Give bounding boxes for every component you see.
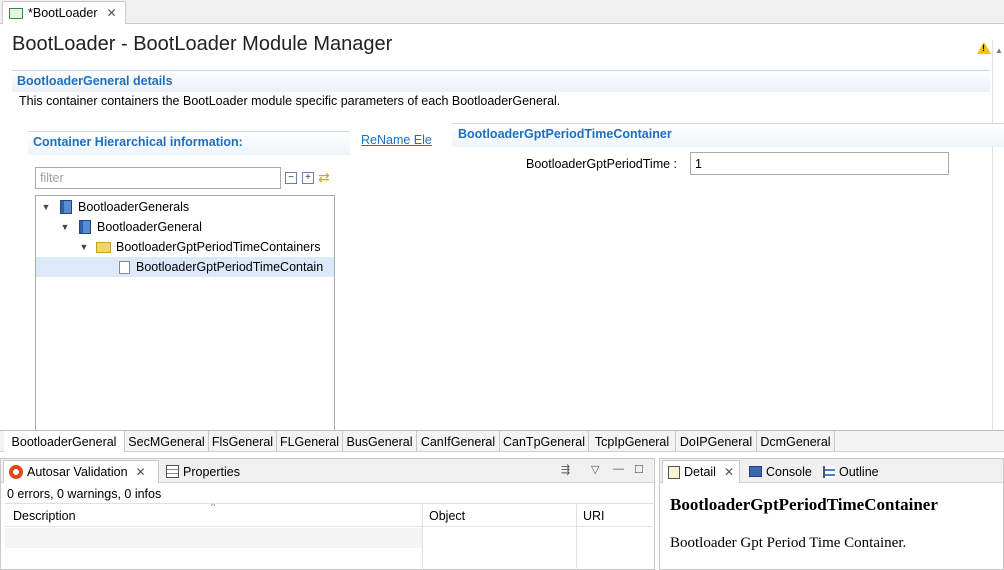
collapse-all-icon[interactable]: − [285, 172, 297, 184]
page-tab-flsgeneral[interactable]: FlsGeneral [209, 431, 277, 452]
view-menu-icon[interactable]: ▽ [591, 463, 599, 476]
page-tab-bootloadergeneral[interactable]: BootloaderGeneral [4, 431, 125, 452]
section-title[interactable]: BootloaderGeneral details [17, 74, 173, 88]
page-tab-dcmgeneral[interactable]: DcmGeneral [757, 431, 835, 452]
rename-element-link[interactable]: ReName Ele [361, 133, 432, 147]
column-divider[interactable] [422, 503, 423, 570]
details-title: BootloaderGptPeriodTimeContainer [458, 127, 672, 141]
column-description[interactable]: Description [13, 509, 76, 523]
column-uri[interactable]: URI [583, 509, 605, 523]
close-icon[interactable]: ✕ [724, 465, 734, 479]
close-icon[interactable]: ✕ [107, 6, 117, 20]
tab-label: Detail [684, 465, 716, 479]
maximize-icon[interactable]: ☐ [634, 463, 644, 476]
outline-icon [823, 465, 835, 478]
container-tree[interactable]: ▼ BootloaderGenerals ▼ BootloaderGeneral… [35, 195, 335, 430]
folder-icon [96, 241, 111, 253]
detail-description: Bootloader Gpt Period Time Container. [670, 535, 907, 551]
column-object[interactable]: Object [429, 509, 465, 523]
period-time-label: BootloaderGptPeriodTime : [526, 157, 678, 171]
filter-toolbar-icon[interactable]: ⇶ [561, 463, 570, 476]
close-icon[interactable]: ✕ [136, 465, 146, 479]
minimize-icon[interactable]: — [613, 463, 624, 475]
validation-table-header: Description Object URI [5, 503, 655, 527]
tree-node-selected[interactable]: BootloaderGptPeriodTimeContain [36, 257, 334, 277]
table-row[interactable] [5, 548, 422, 568]
tab-detail[interactable]: Detail ✕ [662, 460, 740, 483]
tab-outline[interactable]: Outline [818, 460, 886, 483]
properties-icon [166, 465, 179, 478]
period-time-input[interactable] [690, 152, 949, 175]
detail-view: Detail ✕ Console Outline BootloaderGptPe… [659, 458, 1004, 570]
page-tab-canifgeneral[interactable]: CanIfGeneral [417, 431, 500, 452]
editor-tab-bootloader[interactable]: *BootLoader ✕ [2, 1, 126, 24]
validation-view: Autosar Validation ✕ Properties ⇶ ▽ — ☐ … [0, 458, 655, 570]
tab-label: Autosar Validation [27, 465, 128, 479]
page-tab-cantpgeneral[interactable]: CanTpGeneral [500, 431, 589, 452]
detail-view-tabbar: Detail ✕ Console Outline [660, 459, 1003, 483]
detail-icon [668, 465, 680, 479]
expand-all-icon[interactable]: + [302, 172, 314, 184]
module-file-icon [9, 7, 23, 19]
section-description: This container containers the BootLoader… [19, 94, 561, 108]
tree-node-label: BootloaderGptPeriodTimeContain [136, 260, 324, 274]
console-icon [749, 466, 762, 477]
tree-node[interactable]: ▼ BootloaderGeneral [59, 217, 202, 237]
validation-view-tabbar: Autosar Validation ✕ Properties ⇶ ▽ — ☐ [1, 459, 654, 483]
editor-page-tabs: BootloaderGeneral SecMGeneral FlsGeneral… [0, 430, 1004, 452]
page-title: BootLoader - BootLoader Module Manager [12, 33, 393, 55]
tree-node[interactable]: ▼ BootloaderGenerals [40, 197, 189, 217]
chevron-down-icon[interactable]: ▼ [78, 242, 90, 252]
chevron-down-icon[interactable]: ▼ [59, 222, 71, 232]
tree-node-label: BootloaderGptPeriodTimeContainers [116, 240, 321, 254]
editor-scrollbar[interactable] [992, 40, 1004, 430]
tree-node[interactable]: ▼ BootloaderGptPeriodTimeContainers [78, 237, 321, 257]
filter-input[interactable] [35, 167, 281, 189]
page-tab-tcpipgeneral[interactable]: TcpIpGeneral [589, 431, 676, 452]
hierarchy-title: Container Hierarchical information: [33, 135, 243, 149]
tab-label: Properties [183, 464, 240, 479]
validation-icon [9, 465, 23, 479]
warning-icon[interactable] [977, 42, 991, 54]
page-tab-secmgeneral[interactable]: SecMGeneral [125, 431, 209, 452]
column-divider[interactable] [576, 503, 577, 570]
chevron-down-icon[interactable]: ▼ [40, 202, 52, 212]
table-row[interactable] [5, 528, 422, 548]
detail-heading: BootloaderGptPeriodTimeContainer [670, 495, 938, 514]
page-tab-doipgeneral[interactable]: DoIPGeneral [676, 431, 757, 452]
book-icon [60, 200, 72, 214]
page-tab-busgeneral[interactable]: BusGeneral [343, 431, 417, 452]
validation-status: 0 errors, 0 warnings, 0 infos [7, 487, 162, 501]
page-tab-flgeneral[interactable]: FLGeneral [277, 431, 343, 452]
tab-console[interactable]: Console [744, 460, 816, 483]
tab-label: Outline [839, 464, 879, 479]
tree-node-label: BootloaderGeneral [97, 220, 202, 234]
tab-autosar-validation[interactable]: Autosar Validation ✕ [3, 460, 159, 483]
book-icon [79, 220, 91, 234]
editor-tab-strip: *BootLoader ✕ [0, 0, 1004, 24]
document-icon [119, 260, 130, 274]
tab-label: Console [766, 464, 812, 479]
tab-properties[interactable]: Properties [161, 460, 249, 483]
link-sync-icon[interactable]: ⇄ [318, 169, 330, 186]
scroll-up-arrow-icon[interactable]: ▲ [995, 46, 1003, 55]
tree-node-label: BootloaderGenerals [78, 200, 190, 214]
editor-tab-label: *BootLoader [28, 6, 98, 20]
